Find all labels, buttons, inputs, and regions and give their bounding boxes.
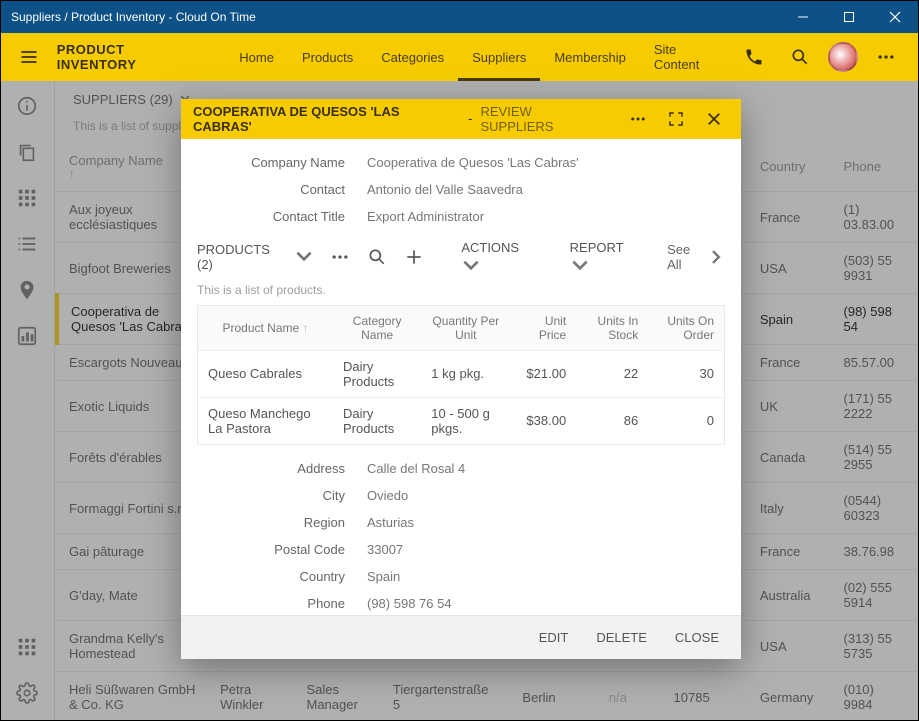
window-minimize[interactable] — [780, 1, 826, 33]
field-row: CountrySpain — [197, 563, 725, 590]
products-table: Product Name ↑Category NameQuantity Per … — [197, 305, 725, 445]
field-value: Calle del Rosal 4 — [367, 461, 725, 476]
field-label: Postal Code — [197, 542, 367, 557]
field-label: Company Name — [197, 155, 367, 170]
field-row: Phone(98) 598 76 54 — [197, 590, 725, 616]
dialog-subtitle: REVIEW SUPPLIERS — [481, 104, 608, 134]
col-header[interactable]: Units In Stock — [576, 305, 648, 350]
field-value: Cooperativa de Quesos 'Las Cabras' — [367, 155, 725, 170]
field-value: 33007 — [367, 542, 725, 557]
col-header[interactable]: Unit Price — [510, 305, 576, 350]
report-dropdown[interactable]: REPORT — [570, 240, 639, 275]
search-icon[interactable] — [365, 244, 388, 270]
field-label: Contact — [197, 182, 367, 197]
field-row: AddressCalle del Rosal 4 — [197, 455, 725, 482]
dialog-more-icon[interactable] — [624, 104, 654, 134]
fullscreen-icon[interactable] — [661, 104, 691, 134]
col-header[interactable]: Units On Order — [648, 305, 724, 350]
products-toolbar: PRODUCTS (2) ACTIONS REPORT See All — [197, 230, 725, 281]
field-label: Contact Title — [197, 209, 367, 224]
field-label: Phone — [197, 596, 367, 611]
app-bar: PRODUCT INVENTORY HomeProductsCategories… — [1, 33, 918, 81]
app-title: PRODUCT INVENTORY — [57, 42, 208, 72]
field-row: Company NameCooperativa de Quesos 'Las C… — [197, 149, 725, 176]
field-label: Country — [197, 569, 367, 584]
products-description: This is a list of products. — [197, 281, 725, 305]
nav-products[interactable]: Products — [288, 33, 367, 81]
dialog-title: COOPERATIVA DE QUESOS 'LAS CABRAS' — [193, 104, 460, 134]
close-button[interactable]: CLOSE — [675, 630, 719, 645]
field-label: Address — [197, 461, 367, 476]
col-header[interactable]: Category Name — [333, 305, 421, 350]
field-row: Contact TitleExport Administrator — [197, 203, 725, 230]
field-label: City — [197, 488, 367, 503]
field-value: Oviedo — [367, 488, 725, 503]
field-value: Spain — [367, 569, 725, 584]
table-row[interactable]: Queso Manchego La PastoraDairy Products1… — [198, 397, 725, 444]
nav-suppliers[interactable]: Suppliers — [458, 33, 540, 81]
field-row: Postal Code33007 — [197, 536, 725, 563]
more-icon[interactable] — [868, 39, 904, 75]
field-value: Asturias — [367, 515, 725, 530]
field-row: CityOviedo — [197, 482, 725, 509]
col-header[interactable]: Product Name ↑ — [198, 305, 333, 350]
window-close[interactable] — [872, 1, 918, 33]
avatar[interactable] — [828, 42, 858, 72]
window-titlebar: Suppliers / Product Inventory - Cloud On… — [1, 1, 918, 33]
field-row: RegionAsturias — [197, 509, 725, 536]
close-icon[interactable] — [699, 104, 729, 134]
see-all-link[interactable]: See All — [667, 242, 725, 272]
edit-button[interactable]: EDIT — [539, 630, 569, 645]
dialog-header: COOPERATIVA DE QUESOS 'LAS CABRAS' - REV… — [181, 99, 741, 139]
nav-links: HomeProductsCategoriesSuppliersMembershi… — [225, 33, 736, 81]
nav-categories[interactable]: Categories — [367, 33, 458, 81]
more-icon[interactable] — [328, 244, 351, 270]
field-value: (98) 598 76 54 — [367, 596, 725, 611]
window-title: Suppliers / Product Inventory - Cloud On… — [11, 10, 256, 24]
field-value: Export Administrator — [367, 209, 725, 224]
window-maximize[interactable] — [826, 1, 872, 33]
menu-icon[interactable] — [9, 37, 49, 77]
search-icon[interactable] — [782, 39, 818, 75]
chevron-down-icon[interactable] — [294, 246, 314, 269]
dialog-footer: EDIT DELETE CLOSE — [181, 615, 741, 659]
field-label: Region — [197, 515, 367, 530]
phone-icon[interactable] — [736, 39, 772, 75]
plus-icon[interactable] — [403, 244, 426, 270]
nav-membership[interactable]: Membership — [540, 33, 640, 81]
products-heading[interactable]: PRODUCTS (2) — [197, 242, 280, 272]
actions-dropdown[interactable]: ACTIONS — [461, 240, 534, 275]
nav-site-content[interactable]: Site Content — [640, 33, 736, 81]
field-value: Antonio del Valle Saavedra — [367, 182, 725, 197]
nav-home[interactable]: Home — [225, 33, 288, 81]
delete-button[interactable]: DELETE — [596, 630, 647, 645]
field-row: ContactAntonio del Valle Saavedra — [197, 176, 725, 203]
col-header[interactable]: Quantity Per Unit — [421, 305, 510, 350]
table-row[interactable]: Queso CabralesDairy Products1 kg pkg.$21… — [198, 350, 725, 397]
supplier-dialog: COOPERATIVA DE QUESOS 'LAS CABRAS' - REV… — [181, 99, 741, 659]
